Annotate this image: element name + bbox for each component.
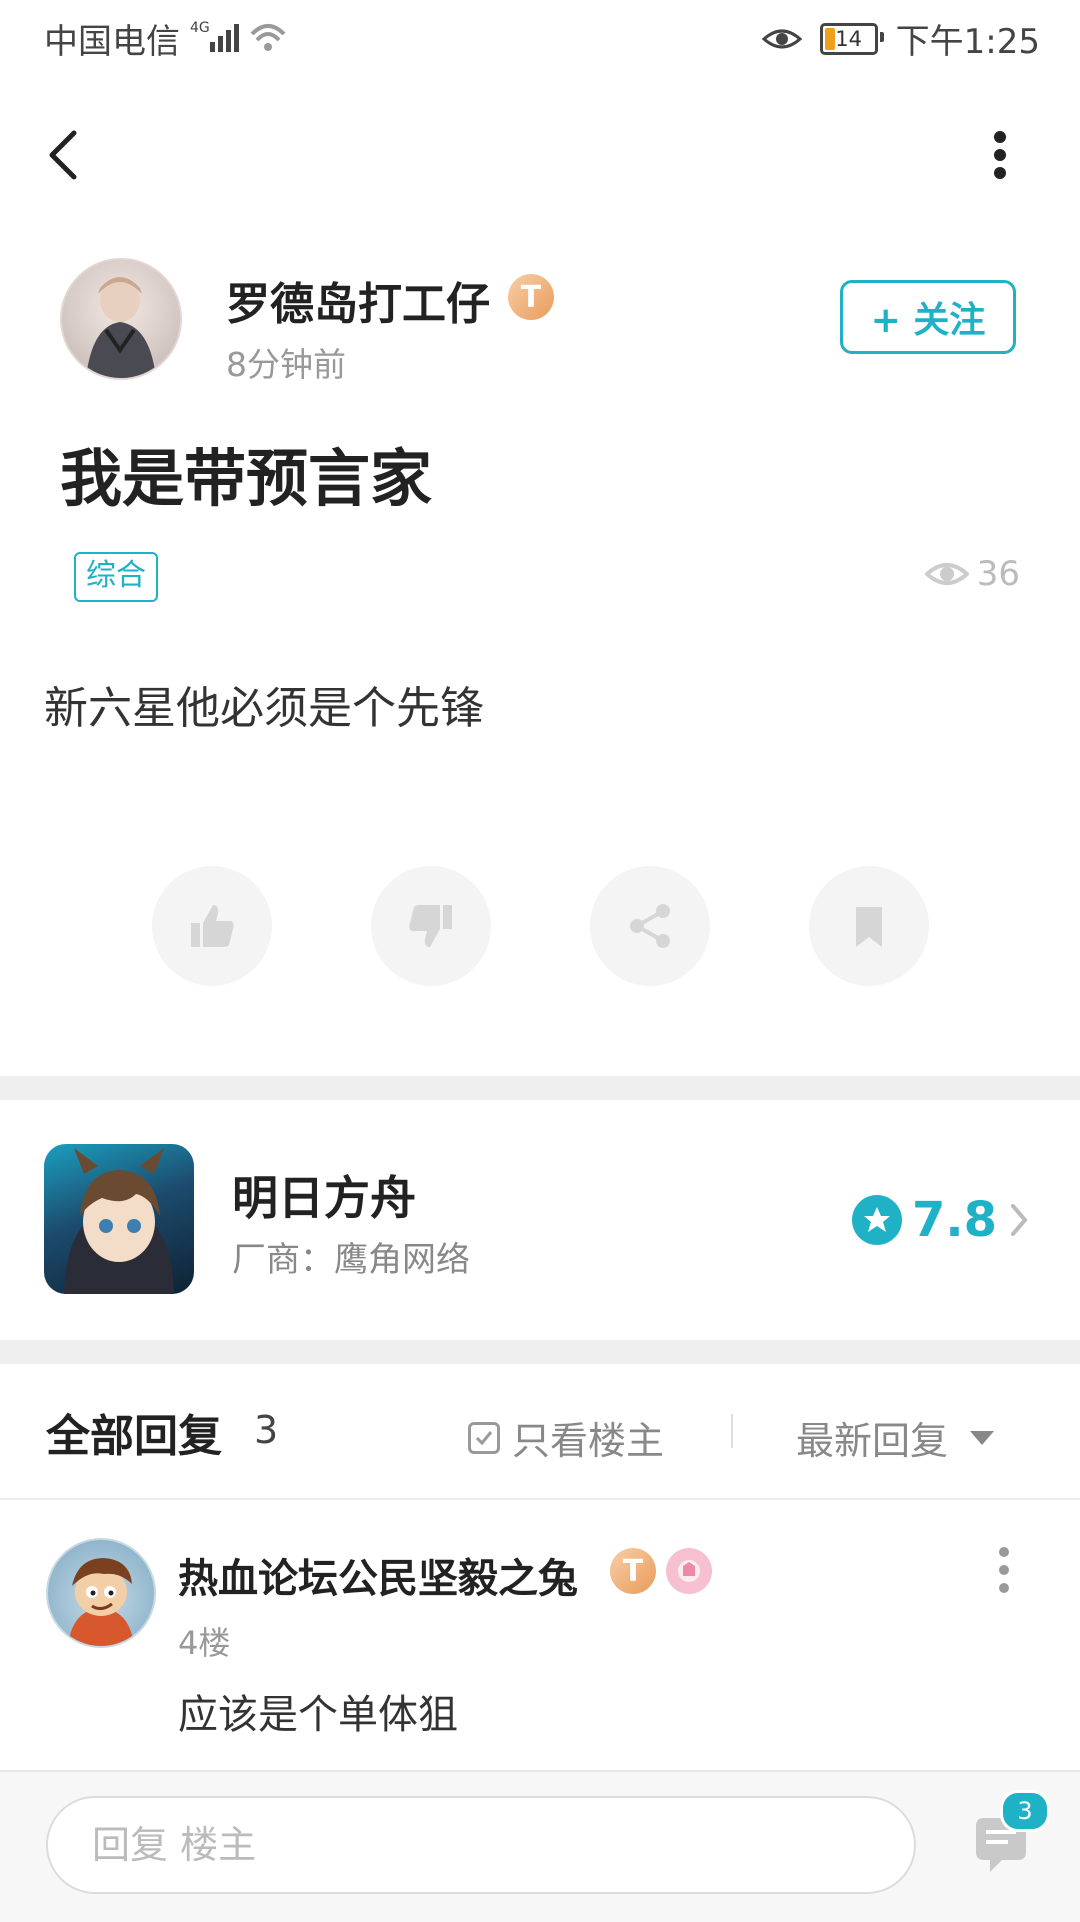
- caret-down-icon: [970, 1430, 995, 1445]
- post-body: 新六星他必须是个先锋: [44, 683, 484, 734]
- game-vendor: 厂商：鹰角网络: [232, 1240, 470, 1280]
- carrier-label: 中国电信: [44, 22, 180, 62]
- chevron-right-icon: [1011, 1204, 1028, 1236]
- game-rating[interactable]: 7.8: [852, 1192, 1031, 1248]
- section-divider: [0, 1076, 1080, 1100]
- section-divider: [0, 1340, 1080, 1364]
- post-time: 8分钟前: [226, 345, 346, 384]
- game-name[interactable]: 明日方舟: [232, 1162, 416, 1228]
- category-tag[interactable]: 综合: [74, 552, 158, 602]
- view-count: 36: [924, 554, 1020, 594]
- eye-comfort-icon: [761, 29, 802, 48]
- dislike-button[interactable]: [371, 866, 491, 986]
- status-bar: 中国电信 4G 14 下午1:25: [0, 0, 1080, 75]
- game-icon[interactable]: [44, 1144, 194, 1294]
- level-badge-icon: T: [508, 274, 554, 320]
- back-arrow-icon[interactable]: [40, 125, 90, 185]
- reply-author-name[interactable]: 热血论坛公民坚毅之兔: [178, 1546, 578, 1604]
- sort-dropdown[interactable]: 最新回复: [796, 1410, 996, 1465]
- more-options-icon[interactable]: [982, 125, 1018, 185]
- replies-count: 3: [254, 1408, 279, 1452]
- bookmark-icon: [856, 907, 882, 947]
- thumbs-down-icon: [409, 905, 452, 947]
- reply-floor: 4楼: [178, 1624, 231, 1662]
- header-rule: [0, 1498, 1080, 1500]
- comment-count-badge: 3: [1000, 1790, 1050, 1832]
- only-op-filter[interactable]: 只看楼主: [468, 1410, 664, 1465]
- status-right: 14 下午1:25: [761, 14, 1040, 63]
- clock: 下午1:25: [895, 22, 1040, 62]
- thumbs-up-icon: [191, 905, 234, 947]
- author-avatar[interactable]: [60, 258, 182, 380]
- separator: [731, 1414, 733, 1448]
- bookmark-button[interactable]: [809, 866, 929, 986]
- replies-title: 全部回复: [46, 1411, 222, 1462]
- signal-wifi-icon: 4G: [190, 20, 286, 52]
- svg-text:4G: 4G: [190, 20, 210, 36]
- star-icon: [852, 1195, 902, 1245]
- share-button[interactable]: [590, 866, 710, 986]
- reply-input[interactable]: 回复 楼主: [46, 1796, 916, 1894]
- share-icon: [630, 904, 670, 948]
- battery-icon: 14: [819, 22, 884, 55]
- reply-text: 应该是个单体狙: [178, 1692, 458, 1738]
- reply-more-icon[interactable]: [992, 1542, 1016, 1598]
- eye-icon: [924, 563, 969, 585]
- reply-avatar[interactable]: [46, 1538, 156, 1648]
- post-title: 我是带预言家: [60, 442, 433, 515]
- level-badge-icon: T: [610, 1548, 656, 1594]
- pink-medal-icon: [666, 1548, 712, 1594]
- like-button[interactable]: [152, 866, 272, 986]
- checkbox-icon[interactable]: [468, 1421, 500, 1454]
- follow-button[interactable]: + 关注: [840, 280, 1016, 354]
- author-name[interactable]: 罗德岛打工仔: [226, 268, 490, 332]
